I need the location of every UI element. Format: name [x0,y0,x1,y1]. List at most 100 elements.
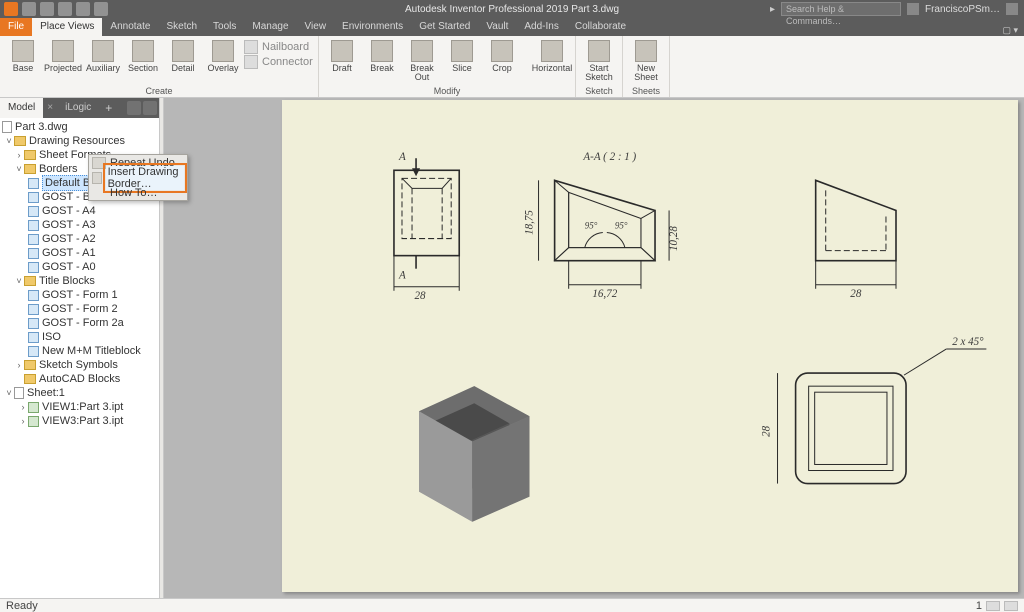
tree-border-item[interactable]: GOST - A0 [0,260,159,274]
undo-icon [92,157,106,169]
projected-view-button[interactable]: Projected [44,38,82,85]
horizontal-button[interactable]: Horizontal [533,38,571,85]
title-bar: Autodesk Inventor Professional 2019 Part… [0,0,1024,18]
drawing-sheet: A A 28 A-A ( 2 : 1 ) [282,100,1018,592]
draft-button[interactable]: Draft [323,38,361,85]
tree-sheet1[interactable]: ˅Sheet:1 [0,386,159,400]
qat-more-icon[interactable] [94,2,108,16]
status-icon[interactable] [1004,601,1018,611]
svg-text:A: A [398,270,406,282]
svg-text:A: A [398,151,406,163]
top-view: 2 x 45° 28 [760,336,986,484]
help-search-input[interactable]: Search Help & Commands… [781,2,901,16]
nailboard-button[interactable]: Nailboard [244,40,314,54]
svg-text:28: 28 [850,288,862,300]
tab-collaborate[interactable]: Collaborate [567,18,634,36]
tab-tools[interactable]: Tools [205,18,244,36]
qat-save-icon[interactable] [40,2,54,16]
qat-open-icon[interactable] [22,2,36,16]
browser-tab-ilogic[interactable]: iLogic [57,98,99,118]
browser-tab-bar: Model × iLogic + [0,98,159,118]
signin-icon[interactable] [907,3,919,15]
break-out-button[interactable]: Break Out [403,38,441,85]
status-bar: Ready 1 [0,598,1024,612]
browser-search-icon[interactable] [127,101,141,115]
tree-border-item[interactable]: GOST - A3 [0,218,159,232]
drawing-svg: A A 28 A-A ( 2 : 1 ) [282,100,1018,592]
ribbon-group-label: Sheets [627,85,665,97]
svg-text:28: 28 [760,425,772,437]
tab-get-started[interactable]: Get Started [411,18,478,36]
start-sketch-button[interactable]: Start Sketch [580,38,618,85]
tab-environments[interactable]: Environments [334,18,411,36]
tree-titleblock-item[interactable]: New M+M Titleblock [0,344,159,358]
tree-titleblock-item[interactable]: GOST - Form 2 [0,302,159,316]
detail-view-button[interactable]: Detail [164,38,202,85]
tree-view3[interactable]: ›VIEW3:Part 3.ipt [0,414,159,428]
ribbon-group-sketch: Start Sketch Sketch [576,36,623,97]
right-side-view: 28 [816,180,896,299]
svg-text:28: 28 [415,290,427,302]
tab-place-views[interactable]: Place Views [32,18,102,36]
svg-text:2 x 45°: 2 x 45° [952,336,984,348]
tree-drawing-resources[interactable]: ˅Drawing Resources [0,134,159,148]
ribbon-group-create: Base Projected Auxiliary Section Detail … [0,36,319,97]
tree-titleblock-item[interactable]: GOST - Form 1 [0,288,159,302]
ribbon: Base Projected Auxiliary Section Detail … [0,36,1024,98]
browser-menu-icon[interactable] [143,101,157,115]
context-menu: Repeat Undo Insert Drawing Border… How T… [88,154,188,201]
app-logo-icon [4,2,18,16]
slice-button[interactable]: Slice [443,38,481,85]
section-view: A-A ( 2 : 1 ) 95° 95° 18,75 10,28 [524,151,681,300]
context-insert-drawing-border[interactable]: Insert Drawing Border… [89,170,187,185]
tree-view1[interactable]: ›VIEW1:Part 3.ipt [0,400,159,414]
tree-sketch-symbols[interactable]: ›Sketch Symbols [0,358,159,372]
tree-border-item[interactable]: GOST - A4 [0,204,159,218]
new-sheet-button[interactable]: New Sheet [627,38,665,85]
crop-button[interactable]: Crop [483,38,521,85]
status-text: Ready [6,600,38,612]
svg-text:A-A ( 2 : 1 ): A-A ( 2 : 1 ) [582,151,636,163]
break-button[interactable]: Break [363,38,401,85]
browser-tab-model[interactable]: Model [0,98,43,118]
user-name[interactable]: FranciscoPSm… [925,4,1000,15]
status-icon[interactable] [986,601,1000,611]
drawing-canvas[interactable]: A A 28 A-A ( 2 : 1 ) [164,98,1024,598]
tab-file[interactable]: File [0,18,32,36]
window-title: Autodesk Inventor Professional 2019 Part… [405,4,619,15]
svg-text:95°: 95° [585,221,598,231]
section-view-button[interactable]: Section [124,38,162,85]
browser-tab-close[interactable]: × [43,98,57,118]
tab-annotate[interactable]: Annotate [102,18,158,36]
ribbon-collapse-icon[interactable]: ▢ ▾ [996,25,1024,36]
tree-titleblock-item[interactable]: GOST - Form 2a [0,316,159,330]
tree-border-item[interactable]: GOST - A1 [0,246,159,260]
browser-tab-add[interactable]: + [99,98,118,118]
ribbon-group-label: Create [4,85,314,97]
tab-view[interactable]: View [297,18,335,36]
isometric-view [419,386,529,522]
tree-title-blocks[interactable]: ˅Title Blocks [0,274,159,288]
tab-vault[interactable]: Vault [478,18,516,36]
front-view: A A 28 [394,151,459,302]
tree-border-item[interactable]: GOST - A2 [0,232,159,246]
ribbon-group-label: Sketch [580,85,618,97]
base-view-button[interactable]: Base [4,38,42,85]
overlay-view-button[interactable]: Overlay [204,38,242,85]
ribbon-group-modify: Draft Break Break Out Slice Crop Horizon… [319,36,576,97]
window-help-icon[interactable] [1006,3,1018,15]
search-arrow-icon: ▸ [770,4,775,15]
auxiliary-view-button[interactable]: Auxiliary [84,38,122,85]
tree-autocad-blocks[interactable]: AutoCAD Blocks [0,372,159,386]
qat-redo-icon[interactable] [76,2,90,16]
tree-titleblock-item[interactable]: ISO [0,330,159,344]
border-icon [92,172,102,184]
tab-sketch[interactable]: Sketch [158,18,205,36]
tab-manage[interactable]: Manage [244,18,296,36]
quick-access-toolbar [0,2,112,16]
tree-root[interactable]: Part 3.dwg [0,120,159,134]
connector-button[interactable]: Connector [244,55,314,69]
qat-undo-icon[interactable] [58,2,72,16]
tab-add-ins[interactable]: Add-Ins [516,18,566,36]
ribbon-group-sheets: New Sheet Sheets [623,36,670,97]
